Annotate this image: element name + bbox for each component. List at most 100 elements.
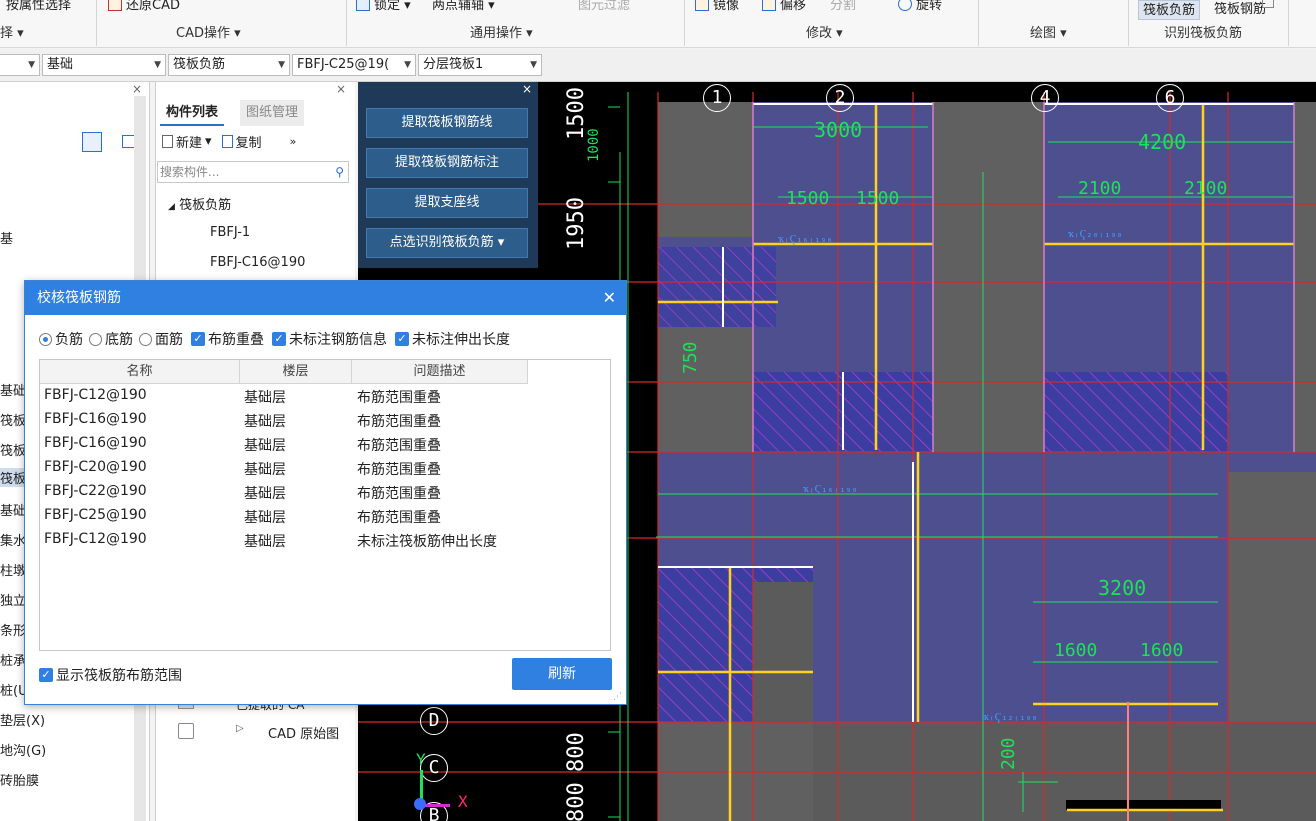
- list-view-icon[interactable]: [82, 132, 102, 152]
- cell-name: FBFJ-C20@190: [44, 459, 147, 475]
- copy-component-button[interactable]: 复制: [221, 132, 262, 151]
- tree-item[interactable]: 条形: [0, 620, 26, 639]
- copy-icon: [221, 135, 233, 148]
- refresh-button[interactable]: 刷新: [512, 658, 612, 690]
- cell-description: 布筋范围重叠: [357, 438, 441, 454]
- tree-item[interactable]: 柱墩: [0, 560, 26, 579]
- tab-raft-rebar[interactable]: 筏板钢筋: [1210, 0, 1270, 20]
- tree-item[interactable]: 筏板: [0, 410, 26, 429]
- column-header-name[interactable]: 名称: [40, 360, 240, 384]
- dimension-label: 2100: [1184, 178, 1228, 199]
- component-group[interactable]: ◢ 筏板负筋: [168, 194, 231, 213]
- new-component-button[interactable]: 新建 ▾: [162, 132, 212, 151]
- radio-top-rebar[interactable]: [139, 332, 152, 346]
- component-item[interactable]: FBFJ-C16@190: [210, 255, 305, 270]
- draw-rect-icon: [1262, 0, 1274, 8]
- cell-name: FBFJ-C16@190: [44, 435, 147, 451]
- close-icon[interactable]: ✕: [603, 281, 616, 315]
- offset-button[interactable]: 偏移: [762, 0, 806, 13]
- extract-rebar-labels-button[interactable]: 提取筏板钢筋标注: [366, 148, 528, 178]
- select-group-dropdown[interactable]: 择 ▾: [0, 22, 24, 41]
- rotate-label: 旋转: [916, 0, 943, 13]
- dimension-label: 3000: [814, 118, 863, 142]
- cell-description: 布筋范围重叠: [357, 510, 441, 526]
- tree-item[interactable]: 基础: [0, 380, 26, 399]
- expand-arrow-icon[interactable]: ▷: [236, 723, 244, 734]
- tree-item[interactable]: 桩承: [0, 650, 26, 669]
- mirror-label: 镜像: [713, 0, 740, 13]
- close-icon[interactable]: ×: [522, 82, 532, 96]
- svg-text:ҡ₍Ҁ₁₆₍₁₉₀: ҡ₍Ҁ₁₆₍₁₉₀: [803, 484, 858, 495]
- tab-drawing-management[interactable]: 图纸管理: [240, 100, 305, 126]
- original-cad-label: CAD 原始图: [268, 727, 340, 742]
- common-operations-dropdown[interactable]: 通用操作 ▾: [470, 22, 533, 41]
- close-icon[interactable]: ×: [132, 82, 142, 96]
- extract-rebar-lines-button[interactable]: 提取筏板钢筋线: [366, 108, 528, 138]
- axis-marker: 6: [1156, 84, 1184, 112]
- category-select-value: 基础: [47, 57, 74, 72]
- cad-operations-dropdown[interactable]: CAD操作 ▾: [176, 22, 241, 41]
- tree-item[interactable]: 砖胎膜: [0, 770, 39, 789]
- search-icon: ⚲: [335, 165, 344, 179]
- tree-item[interactable]: 独立: [0, 590, 26, 609]
- selector-bar: ▼ 基础 ▼ 筏板负筋 ▼ FBFJ-C25@19(▼ 分层筏板1 ▼: [0, 49, 1316, 82]
- axis-marker: D: [420, 707, 448, 735]
- point-identify-button[interactable]: 点选识别筏板负筋 ▾: [366, 228, 528, 258]
- column-header-description[interactable]: 问题描述: [352, 360, 528, 384]
- cell-floor: 基础层: [244, 486, 286, 502]
- axis-marker: 2: [826, 84, 854, 112]
- chevron-down-icon: ▼: [404, 60, 411, 70]
- column-header-floor[interactable]: 楼层: [240, 360, 352, 384]
- chevron-down-icon: ▼: [28, 60, 35, 70]
- component-search-input[interactable]: 搜索构件... ⚲: [157, 161, 349, 183]
- component-toolbar: 新建 ▾ 复制 »: [162, 132, 296, 151]
- rotate-button[interactable]: 旋转: [898, 0, 942, 13]
- row-checkbox[interactable]: [178, 723, 194, 739]
- checkbox-show-range[interactable]: ✓: [39, 668, 53, 682]
- lock-button[interactable]: 锁定 ▾: [356, 0, 411, 13]
- layer-select[interactable]: 分层筏板1 ▼: [418, 54, 542, 76]
- mirror-button[interactable]: 镜像: [695, 0, 739, 13]
- component-select[interactable]: FBFJ-C25@19(▼: [292, 54, 416, 76]
- tree-item[interactable]: 集水: [0, 530, 26, 549]
- original-cad-layer-row[interactable]: CAD 原始图: [268, 723, 339, 742]
- svg-text:ҡ₍Ҁ₁₆₍₁₉₀: ҡ₍Ҁ₁₆₍₁₉₀: [778, 234, 833, 245]
- two-point-axis-button[interactable]: 两点辅轴 ▾: [432, 0, 495, 13]
- element-filter-button[interactable]: 图元过滤: [578, 0, 630, 13]
- type-select[interactable]: 筏板负筋 ▼: [168, 54, 290, 76]
- category-select[interactable]: 基础 ▼: [42, 54, 166, 76]
- extract-support-lines-button[interactable]: 提取支座线: [366, 188, 528, 218]
- select-by-attribute-button[interactable]: 按属性选择: [6, 0, 71, 13]
- offset-label: 偏移: [780, 0, 807, 13]
- floor-select[interactable]: ▼: [0, 54, 40, 76]
- chevron-down-icon: ▼: [278, 60, 285, 70]
- restore-cad-button[interactable]: 还原CAD: [108, 0, 180, 13]
- radio-negative-rebar[interactable]: [39, 332, 52, 346]
- radio-bottom-rebar[interactable]: [89, 332, 102, 346]
- tree-item[interactable]: 垫层(X): [0, 710, 45, 729]
- checkbox-no-rebar-info[interactable]: ✓: [272, 332, 286, 346]
- tree-item[interactable]: 基础: [0, 500, 26, 519]
- cell-description: 未标注筏板筋伸出长度: [357, 534, 497, 550]
- modify-dropdown[interactable]: 修改 ▾: [806, 22, 843, 41]
- split-button[interactable]: 分割: [830, 0, 856, 13]
- dialog-options: 负筋 底筋 面筋 ✓ 布筋重叠 ✓ 未标注钢筋信息 ✓ 未标注伸出长度: [39, 329, 510, 349]
- chevron-down-icon: ▼: [530, 60, 537, 70]
- draw-dropdown[interactable]: 绘图 ▾: [1030, 22, 1067, 41]
- checkbox-no-extension-length[interactable]: ✓: [395, 332, 409, 346]
- checkbox-overlap[interactable]: ✓: [191, 332, 205, 346]
- tab-raft-negative-rebar[interactable]: 筏板负筋: [1138, 0, 1201, 20]
- two-point-axis-label: 两点辅轴 ▾: [432, 0, 495, 13]
- close-icon[interactable]: ×: [336, 82, 346, 96]
- rotate-icon: [898, 0, 912, 11]
- dialog-title-text: 校核筏板钢筋: [37, 290, 121, 306]
- tree-item[interactable]: 筏板: [0, 440, 26, 459]
- component-item[interactable]: FBFJ-1: [210, 225, 250, 240]
- resize-grip-icon[interactable]: ⋰: [613, 692, 622, 702]
- tree-item-partial: 基: [0, 232, 14, 247]
- more-icon[interactable]: »: [290, 135, 297, 148]
- tree-item[interactable]: 地沟(G): [0, 740, 46, 759]
- tab-component-list[interactable]: 构件列表: [160, 100, 225, 126]
- dimension-label: 1950: [564, 197, 589, 250]
- checkbox-label: 未标注钢筋信息: [289, 332, 387, 348]
